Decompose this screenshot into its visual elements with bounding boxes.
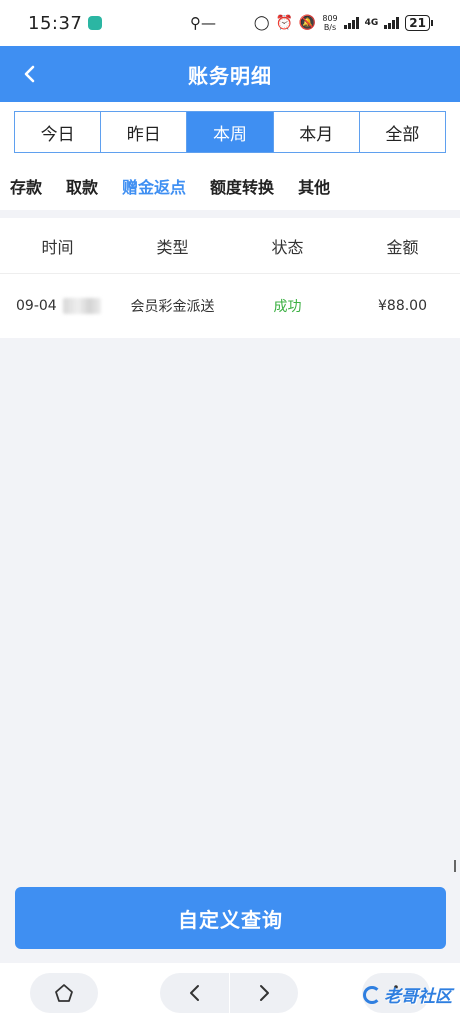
forward-nav-button[interactable] (230, 973, 298, 1013)
transactions-table: 时间 类型 状态 金额 09-04 会员彩金派送 成功 ¥88.00 (0, 218, 460, 338)
status-bar: 15:37 ⚲— ◯ ⏰ 🔕 809 B/s 4G 21 (0, 0, 460, 46)
tab-credit-transfer[interactable]: 额度转换 (210, 174, 274, 198)
speedometer-icon: ◯ (253, 15, 270, 31)
network-type: 4G (364, 18, 379, 28)
watermark-logo: 老哥社区 (363, 982, 452, 1007)
row-amount-cell: ¥88.00 (378, 298, 427, 314)
tab-deposit[interactable]: 存款 (10, 174, 42, 198)
custom-query-button[interactable]: 自定义查询 (15, 887, 446, 949)
app-notification-icon (88, 16, 103, 30)
tab-all[interactable]: 全部 (359, 112, 446, 152)
back-button[interactable] (16, 60, 44, 88)
row-type-cell: 会员彩金派送 (130, 299, 215, 315)
column-header-time: 时间 (41, 237, 74, 257)
status-icons: ◯ ⏰ 🔕 809 B/s 4G 21 (253, 14, 433, 32)
net-speed: 809 B/s (322, 14, 337, 32)
home-button[interactable] (30, 973, 98, 1013)
tab-other[interactable]: 其他 (298, 174, 330, 198)
net-speed-value: 809 (322, 14, 338, 23)
column-header-type: 类型 (156, 237, 189, 257)
scroll-indicator (454, 860, 456, 872)
vpn-key-icon: ⚲— (190, 14, 216, 32)
status-time: 15:37 (28, 12, 83, 34)
watermark-text: 老哥社区 (384, 987, 452, 1007)
column-header-amount: 金额 (386, 237, 419, 257)
mute-icon: 🔕 (298, 15, 317, 31)
column-header-status: 状态 (271, 237, 304, 257)
tab-bonus-rebate[interactable]: 赠金返点 (122, 174, 186, 198)
tab-this-month[interactable]: 本月 (273, 112, 360, 152)
battery-indicator: 21 (405, 15, 433, 31)
page-title: 账务明细 (188, 63, 272, 88)
chevron-right-icon (259, 985, 269, 1001)
tab-yesterday[interactable]: 昨日 (101, 112, 188, 152)
row-time-cell: 09-04 (0, 298, 115, 314)
table-row[interactable]: 09-04 会员彩金派送 成功 ¥88.00 (0, 274, 460, 338)
chevron-left-icon (189, 985, 199, 1001)
chevron-left-icon (24, 65, 35, 83)
period-filter: 今日 昨日 本周 本月 全部 (0, 102, 460, 162)
blurred-time (62, 298, 101, 314)
watermark-icon (363, 985, 381, 1004)
back-nav-button[interactable] (161, 973, 229, 1013)
tab-withdraw[interactable]: 取款 (66, 174, 98, 198)
wifi-signal-icon (343, 17, 359, 29)
row-status-cell: 成功 (273, 299, 302, 315)
cell-signal-icon (384, 17, 400, 29)
row-date: 09-04 (16, 298, 57, 314)
tab-today[interactable]: 今日 (15, 112, 102, 152)
history-nav (160, 973, 298, 1013)
alarm-icon: ⏰ (275, 15, 293, 31)
category-tabs: 存款 取款 赠金返点 额度转换 其他 (0, 162, 460, 210)
tab-this-week[interactable]: 本周 (187, 112, 274, 152)
app-header: 账务明细 (0, 46, 460, 102)
net-speed-unit: B/s (323, 23, 337, 32)
period-tabs: 今日 昨日 本周 本月 全部 (14, 111, 446, 153)
home-icon (55, 984, 73, 1002)
table-header: 时间 类型 状态 金额 (0, 218, 460, 274)
